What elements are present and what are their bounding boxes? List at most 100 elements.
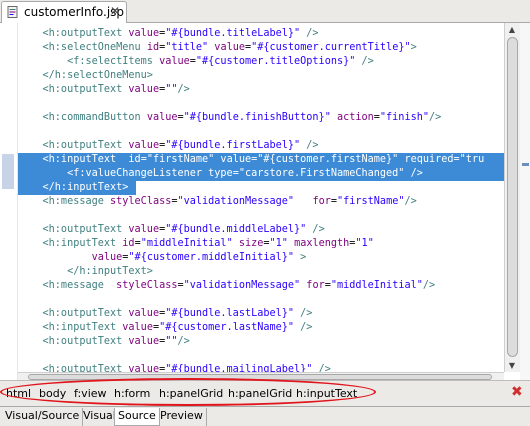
code-line[interactable]: <h:inputText id="middleInitial" size="1"… [18, 237, 504, 251]
tab-visual-source[interactable]: Visual/Source [2, 408, 84, 426]
code-token: "1" [355, 238, 374, 249]
code-line[interactable] [18, 349, 504, 363]
code-line[interactable]: <h:outputText value="#{bundle.mailingLab… [18, 363, 504, 372]
tag-breadcrumb-bar: html body f:view h:form h:panelGrid h:pa… [0, 380, 530, 406]
code-line[interactable]: <h:inputText id="firstName" value="#{cus… [18, 153, 504, 167]
tab-source[interactable]: Source [114, 408, 160, 426]
editor-ruler [0, 23, 18, 380]
code-line[interactable]: <h:outputText value="#{bundle.titleLabel… [18, 27, 504, 41]
code-token: /> [355, 56, 374, 67]
code-token: value [128, 336, 160, 347]
code-token: "" [165, 336, 178, 347]
code-token: value [128, 84, 160, 95]
code-line[interactable]: <h:commandButton value="#{bundle.finishB… [18, 111, 504, 125]
code-token: /> [404, 168, 423, 179]
code-token: > [410, 42, 417, 53]
code-token: "1" [269, 238, 288, 249]
code-token: value [159, 56, 190, 67]
code-token: </h:inputText> [18, 266, 153, 277]
breadcrumb-item[interactable]: h:panelGrid [228, 387, 292, 400]
code-token: styleClass [110, 196, 172, 207]
code-token: "#{customer.currentTitle}" [251, 42, 411, 53]
code-line[interactable]: </h:inputText> [18, 265, 504, 279]
code-line[interactable]: <h:inputText value="#{customer.lastName}… [18, 321, 504, 335]
code-area[interactable]: <h:outputText value="#{bundle.titleLabel… [18, 23, 504, 372]
code-token: /> [306, 224, 325, 235]
close-icon[interactable]: ✖ [511, 384, 523, 400]
code-token: <h:outputText [18, 308, 129, 319]
code-line[interactable] [18, 293, 504, 307]
code-token: <h:message [18, 280, 117, 291]
source-editor[interactable]: <h:outputText value="#{bundle.titleLabel… [0, 23, 530, 380]
code-token: "validationMessage" [177, 196, 295, 207]
code-token: value [128, 224, 160, 235]
breadcrumb-item[interactable]: h:inputText [296, 387, 357, 400]
breadcrumb-item[interactable]: f:view [74, 387, 107, 400]
code-line[interactable]: <f:valueChangeListener type="carstore.Fi… [18, 167, 504, 181]
code-token: "#{bundle.finishButton}" [183, 112, 331, 123]
code-token: "carstore.FirstNameChanged" [238, 168, 405, 179]
close-icon[interactable]: ✕ [110, 4, 120, 18]
code-line[interactable]: <h:message styleClass="validationMessage… [18, 279, 504, 293]
code-token: type [208, 168, 233, 179]
code-token: "tru [459, 154, 485, 165]
code-token: <h:commandButton [18, 112, 147, 123]
code-token: styleClass [116, 280, 178, 291]
code-token: <h:outputText [18, 84, 129, 95]
code-token: id [146, 42, 160, 53]
code-token: "" [165, 84, 178, 95]
breadcrumb-item[interactable]: html [6, 387, 31, 400]
code-token: <h:inputText [18, 238, 123, 249]
code-line[interactable]: <h:outputText value=""/> [18, 83, 504, 97]
code-line[interactable]: <h:outputText value="#{bundle.lastLabel}… [18, 307, 504, 321]
code-token: maxlength [287, 238, 350, 249]
code-line[interactable]: </h:selectOneMenu> [18, 69, 504, 83]
code-line[interactable] [18, 209, 504, 223]
code-line[interactable]: <f:selectItems value="#{customer.titleOp… [18, 55, 504, 69]
code-token: /> [300, 28, 319, 39]
code-token: "firstName" [146, 154, 215, 165]
breadcrumb-item[interactable]: h:panelGrid [159, 387, 223, 400]
code-token: value [128, 28, 160, 39]
code-line[interactable]: <h:outputText value=""/> [18, 335, 504, 349]
code-token: <h:outputText [18, 364, 129, 372]
code-token: <h:outputText [18, 336, 129, 347]
code-token: <h:outputText [18, 140, 129, 151]
tab-preview[interactable]: Preview [157, 408, 207, 426]
vertical-scrollbar[interactable]: ▲ ▼ [504, 23, 520, 372]
breadcrumb-item[interactable]: h:form [114, 387, 150, 400]
breadcrumb-item[interactable]: body [39, 387, 66, 400]
code-token: </h:selectOneMenu> [18, 70, 153, 81]
overview-mark[interactable] [522, 163, 529, 166]
overview-ruler [520, 23, 530, 380]
editor-tab-bar: customerInfo.jsp ✕ [0, 0, 530, 23]
code-line[interactable]: value="#{customer.middleInitial}" > [18, 251, 504, 265]
code-line[interactable]: <h:outputText value="#{bundle.middleLabe… [18, 223, 504, 237]
code-token: /> [294, 322, 313, 333]
code-line[interactable]: <h:outputText value="#{bundle.firstLabel… [18, 139, 504, 153]
code-token: id [128, 154, 141, 165]
code-token: size [232, 238, 264, 249]
code-token: value [122, 322, 153, 333]
code-token: "#{bundle.mailingLabel}" [165, 364, 313, 372]
code-line[interactable]: <h:message styleClass="validationMessage… [18, 195, 504, 209]
code-line[interactable]: <h:selectOneMenu id="title" value="#{cus… [18, 41, 504, 55]
selection-ruler-marker [2, 154, 14, 189]
code-token: "#{customer.lastName}" [159, 322, 295, 333]
code-line[interactable] [18, 97, 504, 111]
code-token: value [214, 154, 252, 165]
code-token: "#{bundle.firstLabel}" [165, 140, 301, 151]
code-line[interactable] [18, 125, 504, 139]
scroll-up-icon[interactable]: ▲ [505, 23, 519, 36]
jsp-file-icon [7, 6, 18, 18]
code-line[interactable]: </h:inputText> [18, 181, 504, 195]
code-token: /> [312, 364, 331, 372]
horizontal-scrollbar[interactable] [18, 372, 504, 380]
code-token: <f:selectItems [18, 56, 160, 67]
vertical-scroll-thumb[interactable] [507, 37, 518, 357]
editor-tab[interactable]: customerInfo.jsp ✕ [1, 1, 127, 23]
code-token: value [208, 42, 245, 53]
code-token: <h:outputText [18, 28, 129, 39]
code-token: "middleInitial" [140, 238, 233, 249]
scroll-down-icon[interactable]: ▼ [505, 359, 519, 372]
